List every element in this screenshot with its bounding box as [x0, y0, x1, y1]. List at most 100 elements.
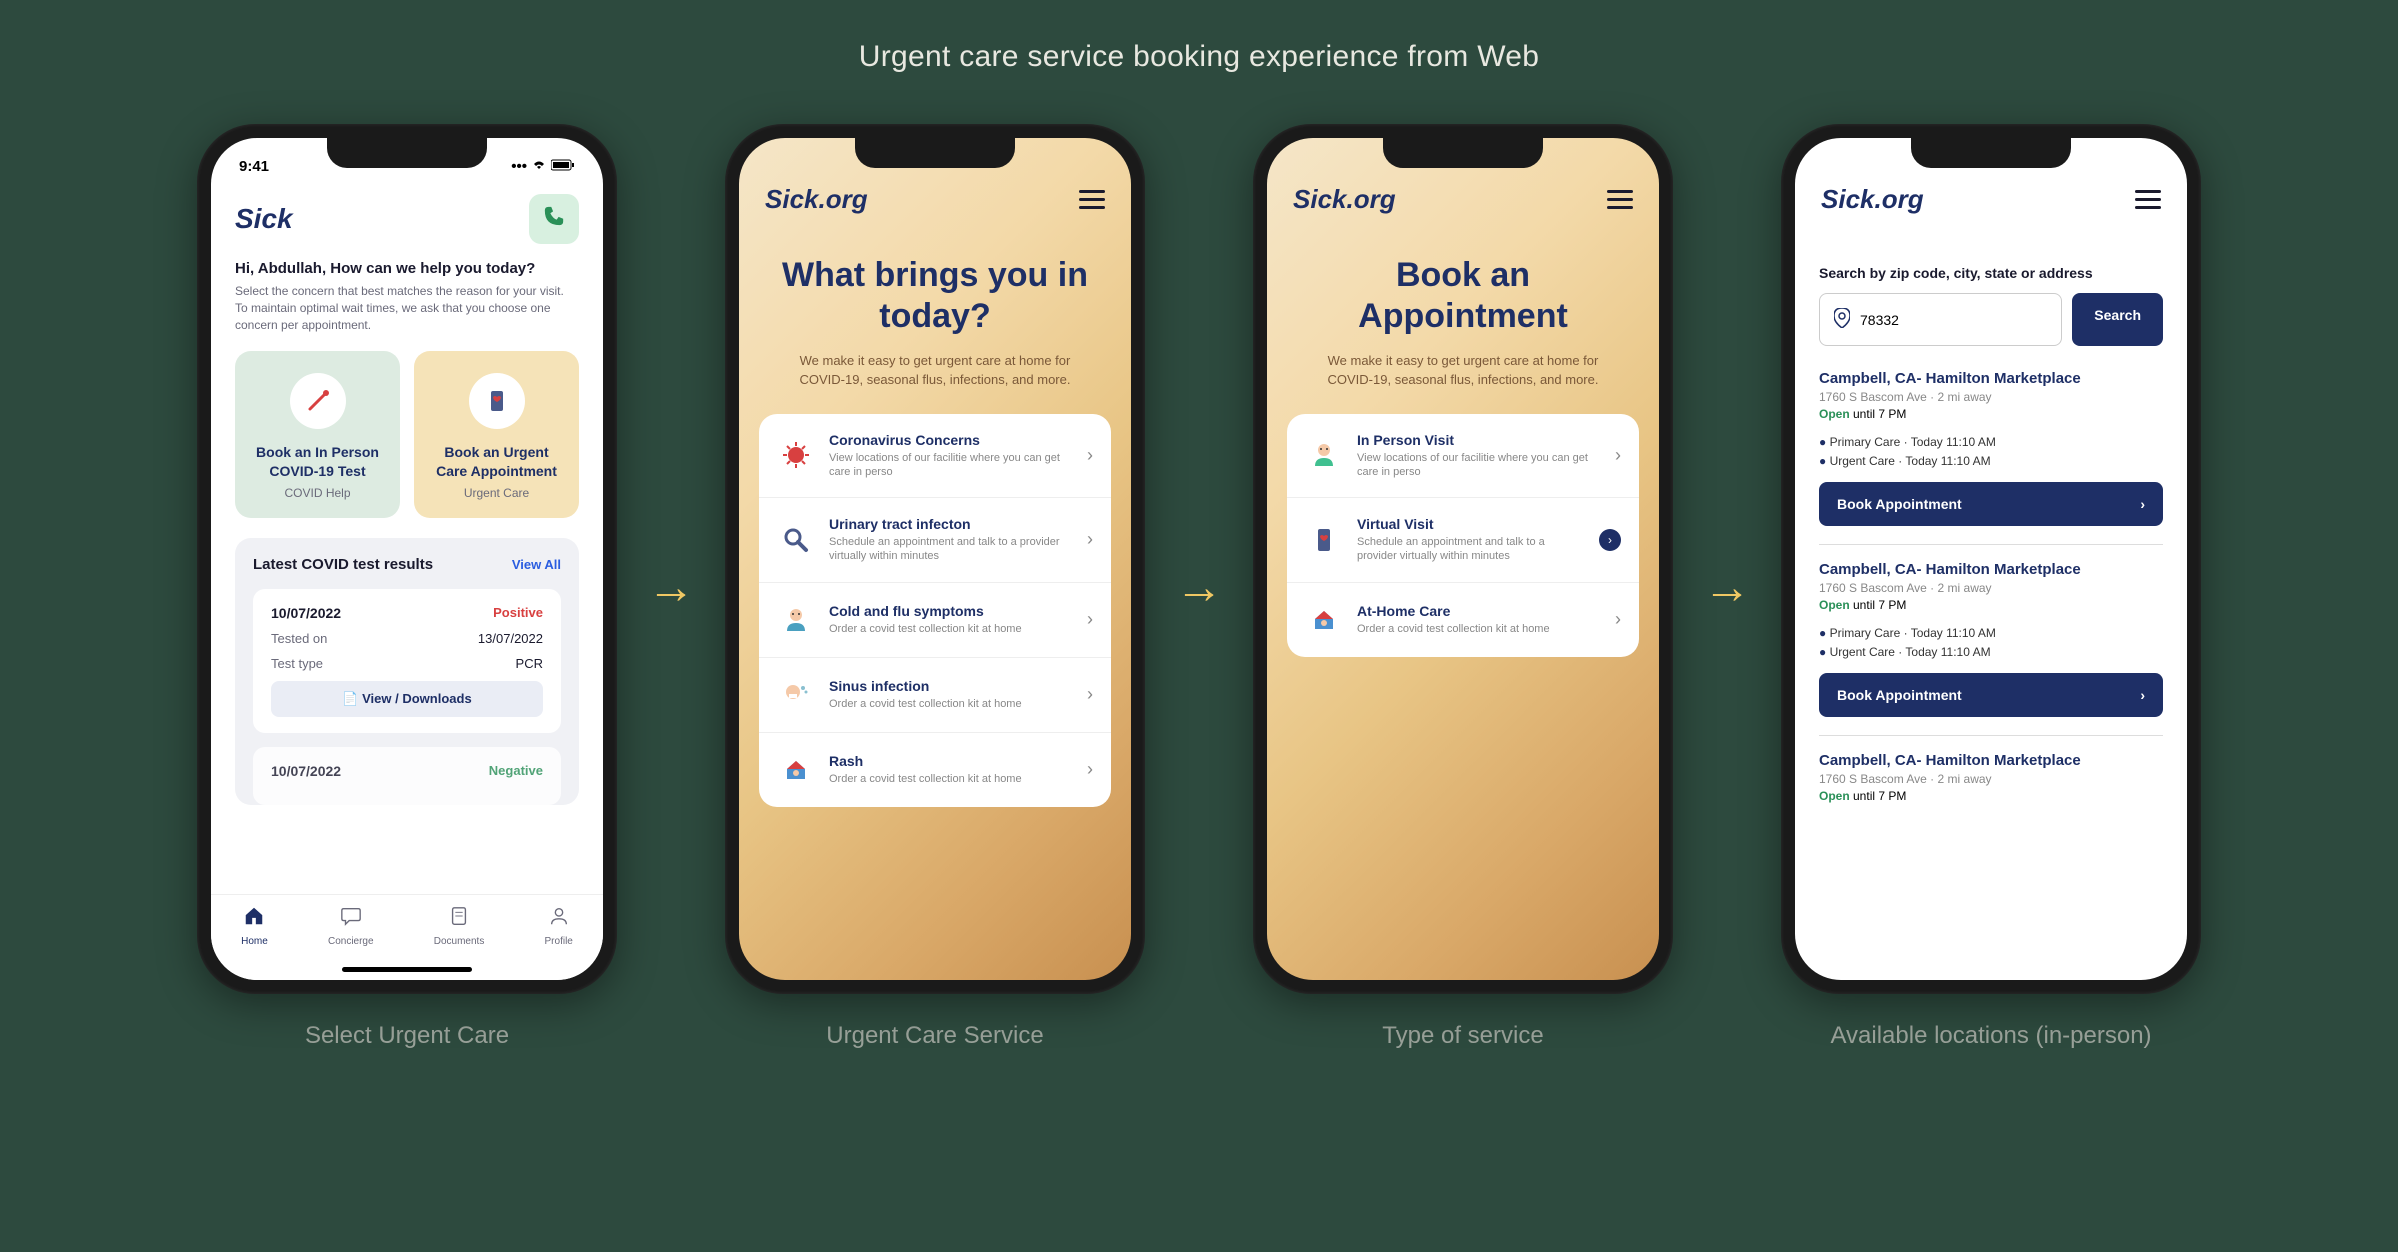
- result-date: 10/07/2022: [271, 605, 341, 621]
- tile-urgent-care[interactable]: Book an Urgent Care Appointment Urgent C…: [414, 351, 579, 517]
- pin-icon: [1834, 308, 1850, 331]
- coronavirus-icon: [777, 436, 815, 474]
- chevron-right-icon: ›: [2140, 687, 2145, 703]
- home-care-icon: [1305, 601, 1343, 639]
- phone-4: Sick.org Search by zip code, city, state…: [1781, 124, 2201, 994]
- concern-item[interactable]: Urinary tract infecton Schedule an appoi…: [759, 498, 1111, 583]
- concern-item[interactable]: Rash Order a covid test collection kit a…: [759, 733, 1111, 807]
- search-button[interactable]: Search: [2072, 293, 2163, 346]
- time-slot: ● Primary Care · Today 11:10 AM: [1819, 435, 2163, 449]
- test-type-label: Test type: [271, 656, 323, 671]
- phone-heart-icon: [1305, 521, 1343, 559]
- location-item: Campbell, CA- Hamilton Marketplace 1760 …: [1819, 370, 2163, 545]
- caption: Available locations (in-person): [1830, 1022, 2151, 1050]
- arrow-icon: →: [1703, 560, 1751, 615]
- tile-title: Book an Urgent Care Appointment: [428, 443, 565, 479]
- caption: Urgent Care Service: [826, 1022, 1043, 1050]
- chevron-right-icon: ›: [2140, 496, 2145, 512]
- tab-documents[interactable]: Documents: [434, 905, 485, 947]
- tested-on-label: Tested on: [271, 631, 327, 646]
- documents-icon: [434, 905, 485, 933]
- tile-sub: COVID Help: [249, 486, 386, 500]
- hamburger-icon: [1079, 190, 1105, 193]
- document-icon: 📄: [342, 691, 358, 706]
- home-indicator: [342, 967, 472, 972]
- page-heading: What brings you in today?: [739, 225, 1131, 351]
- chevron-right-icon: ›: [1615, 445, 1621, 466]
- web-logo[interactable]: Sick.org: [765, 184, 868, 215]
- signal-icon: •••: [511, 158, 527, 175]
- page-heading: Book an Appointment: [1267, 225, 1659, 351]
- visit-type-item[interactable]: Virtual Visit Schedule an appointment an…: [1287, 498, 1639, 583]
- result-status: Negative: [489, 763, 543, 779]
- arrow-icon: →: [1175, 560, 1223, 615]
- chat-icon: [328, 905, 374, 933]
- tile-title: Book an In Person COVID-19 Test: [249, 443, 386, 479]
- web-logo[interactable]: Sick.org: [1293, 184, 1396, 215]
- result-date: 10/07/2022: [271, 763, 341, 779]
- arrow-icon: →: [647, 560, 695, 615]
- wifi-icon: [531, 158, 547, 175]
- location-item: Campbell, CA- Hamilton Marketplace 1760 …: [1819, 561, 2163, 736]
- phone-3: Sick.org Book an Appointment We make it …: [1253, 124, 1673, 994]
- phone-icon: [543, 205, 565, 233]
- page-subheading: We make it easy to get urgent care at ho…: [739, 351, 1131, 414]
- visit-type-item[interactable]: At-Home Care Order a covid test collecti…: [1287, 583, 1639, 657]
- location-hours: Open until 7 PM: [1819, 789, 2163, 803]
- view-all-link[interactable]: View All: [512, 557, 561, 572]
- time-slot: ● Primary Care · Today 11:10 AM: [1819, 626, 2163, 640]
- location-hours: Open until 7 PM: [1819, 407, 2163, 421]
- book-appointment-button[interactable]: Book Appointment ›: [1819, 482, 2163, 526]
- caption: Type of service: [1382, 1022, 1543, 1050]
- sneeze-icon: [777, 676, 815, 714]
- call-button[interactable]: [529, 194, 579, 244]
- result-item[interactable]: 10/07/2022 Negative: [253, 747, 561, 805]
- magnifier-icon: [777, 521, 815, 559]
- chevron-right-icon: ›: [1087, 684, 1093, 705]
- phone-2: Sick.org What brings you in today? We ma…: [725, 124, 1145, 994]
- tile-covid-test[interactable]: Book an In Person COVID-19 Test COVID He…: [235, 351, 400, 517]
- book-appointment-button[interactable]: Book Appointment ›: [1819, 673, 2163, 717]
- card-title: Latest COVID test results: [253, 556, 433, 573]
- visit-type-item[interactable]: In Person Visit View locations of our fa…: [1287, 414, 1639, 499]
- phone-heart-icon: [469, 373, 525, 429]
- hamburger-icon: [1607, 190, 1633, 193]
- subtext: Select the concern that best matches the…: [235, 283, 579, 333]
- tab-home[interactable]: Home: [241, 905, 268, 947]
- phone-1: 9:41 ••• Sick Hi, Abdullah, How can we h…: [197, 124, 617, 994]
- concern-item[interactable]: Cold and flu symptoms Order a covid test…: [759, 583, 1111, 658]
- chevron-right-icon: ›: [1087, 529, 1093, 550]
- home-icon: [241, 905, 268, 933]
- concern-item[interactable]: Coronavirus Concerns View locations of o…: [759, 414, 1111, 499]
- greeting-text: Hi, Abdullah, How can we help you today?: [235, 260, 579, 277]
- tile-sub: Urgent Care: [428, 486, 565, 500]
- concerns-list: Coronavirus Concerns View locations of o…: [759, 414, 1111, 807]
- menu-button[interactable]: [1607, 190, 1633, 209]
- status-bar: 9:41 •••: [211, 138, 603, 186]
- tab-profile[interactable]: Profile: [545, 905, 573, 947]
- result-status: Positive: [493, 605, 543, 621]
- nurse-icon: [1305, 436, 1343, 474]
- app-logo: Sick: [235, 203, 293, 235]
- web-logo[interactable]: Sick.org: [1821, 184, 1924, 215]
- caption: Select Urgent Care: [305, 1022, 509, 1050]
- phones-row: 9:41 ••• Sick Hi, Abdullah, How can we h…: [60, 124, 2338, 1050]
- status-icons: •••: [511, 158, 575, 175]
- home-care-icon: [777, 751, 815, 789]
- battery-icon: [551, 158, 575, 175]
- tab-concierge[interactable]: Concierge: [328, 905, 374, 947]
- page-subheading: We make it easy to get urgent care at ho…: [1267, 351, 1659, 414]
- location-hours: Open until 7 PM: [1819, 598, 2163, 612]
- location-name: Campbell, CA- Hamilton Marketplace: [1819, 561, 2163, 578]
- menu-button[interactable]: [1079, 190, 1105, 209]
- menu-button[interactable]: [2135, 190, 2161, 209]
- location-name: Campbell, CA- Hamilton Marketplace: [1819, 370, 2163, 387]
- test-type-value: PCR: [516, 656, 543, 671]
- result-item[interactable]: 10/07/2022 Positive Tested on 13/07/2022…: [253, 589, 561, 733]
- time-slot: ● Urgent Care · Today 11:10 AM: [1819, 645, 2163, 659]
- download-button[interactable]: 📄 View / Downloads: [271, 681, 543, 717]
- search-label: Search by zip code, city, state or addre…: [1819, 265, 2163, 281]
- location-item: Campbell, CA- Hamilton Marketplace 1760 …: [1819, 752, 2163, 821]
- concern-item[interactable]: Sinus infection Order a covid test colle…: [759, 658, 1111, 733]
- search-input[interactable]: 78332: [1819, 293, 2062, 346]
